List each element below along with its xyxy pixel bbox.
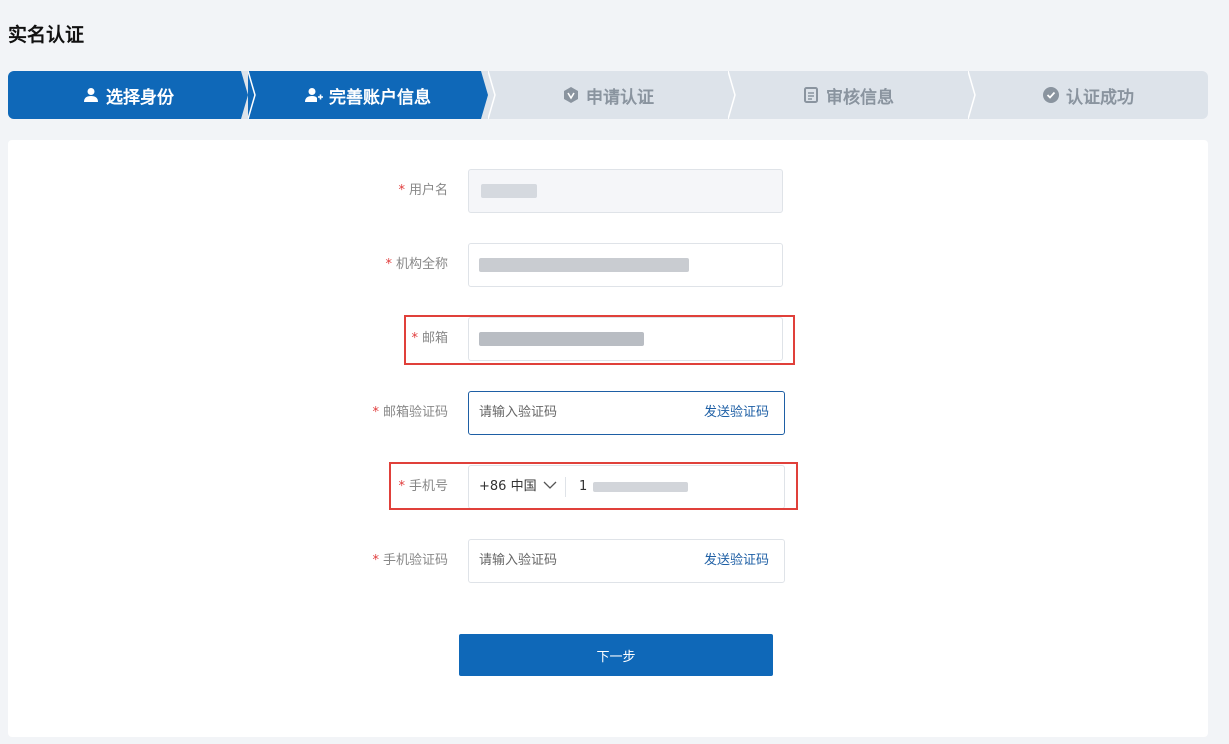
email-code-placeholder: 请输入验证码 bbox=[479, 405, 558, 420]
username-label: 用户名 bbox=[408, 183, 448, 198]
step-apply-certification[interactable]: 申请认证 bbox=[488, 71, 728, 119]
send-phone-code-button[interactable]: 发送验证码 bbox=[704, 540, 769, 582]
user-icon bbox=[82, 86, 100, 104]
progress-steps: 选择身份 完善账户信息 申请认证 审核信息 认证成功 bbox=[8, 71, 1208, 119]
step-label: 认证成功 bbox=[1066, 87, 1134, 108]
check-circle-icon bbox=[1042, 86, 1060, 104]
email-code-input[interactable]: 请输入验证码 发送验证码 bbox=[468, 391, 785, 435]
org-name-row: * 机构全称 bbox=[8, 243, 1208, 287]
org-name-label: 机构全称 bbox=[395, 257, 448, 272]
username-row: * 用户名 bbox=[8, 169, 1208, 213]
phone-code-input[interactable]: 请输入验证码 发送验证码 bbox=[468, 539, 785, 583]
redacted-value bbox=[481, 183, 537, 198]
email-highlight-box bbox=[404, 315, 795, 365]
required-mark: * bbox=[372, 405, 379, 420]
required-mark: * bbox=[385, 257, 392, 272]
phone-highlight-box bbox=[389, 462, 798, 510]
required-mark: * bbox=[398, 183, 405, 198]
page-title: 实名认证 bbox=[8, 24, 85, 46]
required-mark: * bbox=[372, 553, 379, 568]
badge-icon bbox=[562, 86, 580, 104]
org-name-input[interactable] bbox=[468, 243, 783, 287]
redacted-value bbox=[479, 257, 689, 272]
step-label: 选择身份 bbox=[106, 87, 174, 108]
step-complete-account-info[interactable]: 完善账户信息 bbox=[248, 71, 488, 119]
username-field bbox=[468, 169, 783, 213]
phone-code-placeholder: 请输入验证码 bbox=[479, 553, 558, 568]
email-code-label: 邮箱验证码 bbox=[382, 405, 448, 420]
email-code-row: * 邮箱验证码 请输入验证码 发送验证码 bbox=[8, 391, 1208, 435]
step-select-identity[interactable]: 选择身份 bbox=[8, 71, 248, 119]
step-label: 审核信息 bbox=[826, 87, 894, 108]
phone-code-row: * 手机验证码 请输入验证码 发送验证码 bbox=[8, 539, 1208, 583]
step-certification-success[interactable]: 认证成功 bbox=[968, 71, 1208, 119]
send-email-code-button[interactable]: 发送验证码 bbox=[704, 392, 769, 434]
next-step-button[interactable]: 下一步 bbox=[459, 634, 773, 676]
step-review-info[interactable]: 审核信息 bbox=[728, 71, 968, 119]
step-label: 申请认证 bbox=[586, 87, 654, 108]
step-label: 完善账户信息 bbox=[329, 87, 431, 108]
account-info-form: * 用户名 * 机构全称 * 邮箱 * 邮箱验证码 请输入验证码 发送验证码 * 手机号 … bbox=[8, 140, 1208, 737]
user-add-icon bbox=[305, 86, 323, 104]
document-icon bbox=[802, 86, 820, 104]
phone-code-label: 手机验证码 bbox=[382, 553, 448, 568]
